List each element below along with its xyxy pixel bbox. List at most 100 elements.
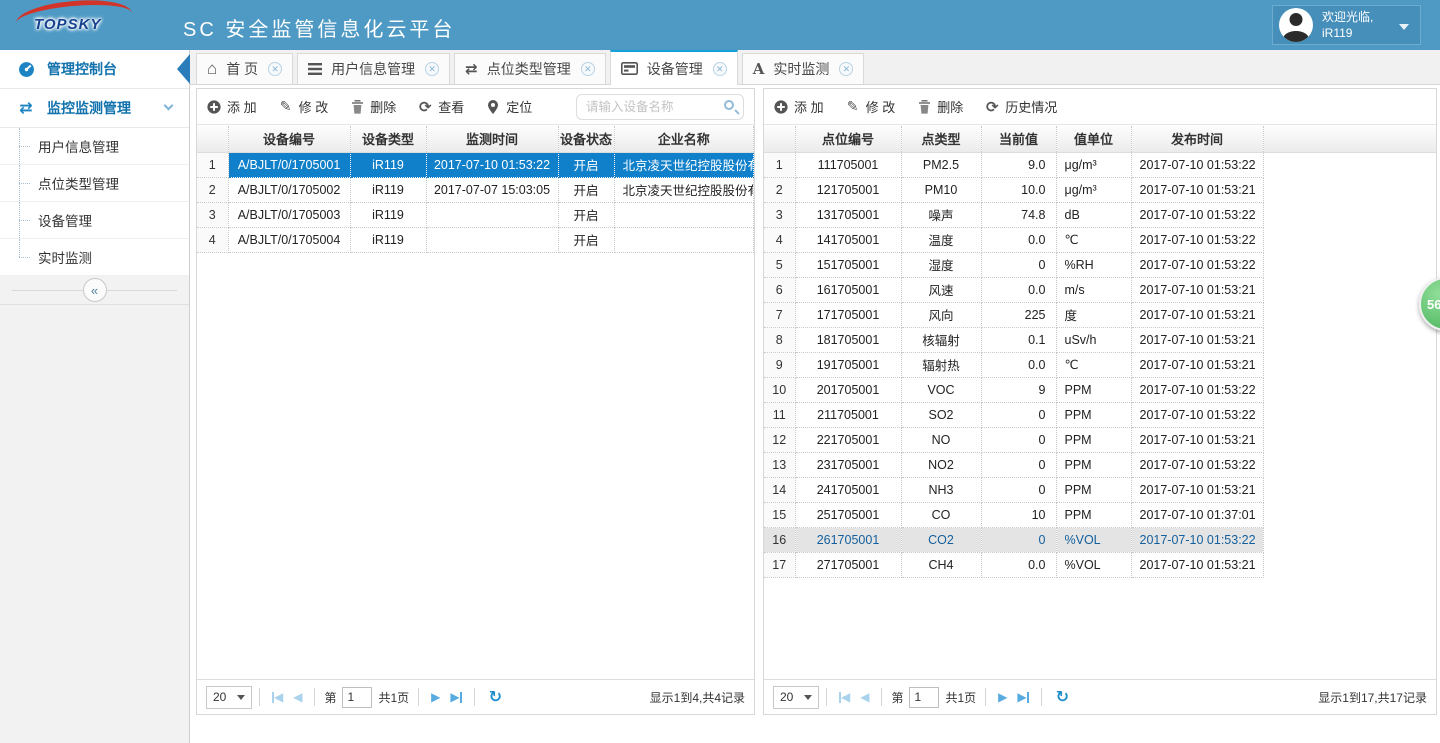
edit-button[interactable]: ✎修 改	[845, 97, 896, 116]
page-number-input[interactable]	[342, 687, 372, 708]
collapse-sidebar-button[interactable]: «	[83, 278, 107, 302]
prev-page-button[interactable]: ◀	[860, 690, 869, 704]
point-row[interactable]: 5151705001湿度0%RH2017-07-10 01:53:22	[764, 252, 1436, 277]
view-icon: ⟳	[417, 98, 433, 116]
cell-filler	[1263, 227, 1436, 252]
sidebar-item-point-type[interactable]: 点位类型管理	[0, 165, 189, 202]
point-row[interactable]: 4141705001温度0.0℃2017-07-10 01:53:22	[764, 227, 1436, 252]
sidebar-item-label: 用户信息管理	[38, 136, 119, 156]
column-header[interactable]: 设备状态	[558, 126, 614, 152]
user-menu[interactable]: 欢迎光临, iR119	[1272, 5, 1421, 45]
history-button[interactable]: ⟳历史情况	[984, 97, 1057, 116]
view-button[interactable]: ⟳查看	[417, 97, 464, 116]
tab-label: 实时监测	[773, 59, 829, 79]
cell-point-type: SO2	[901, 402, 981, 427]
cell-point-type: 温度	[901, 227, 981, 252]
page-number-input[interactable]	[909, 687, 939, 708]
column-header[interactable]: 值单位	[1056, 126, 1131, 152]
point-row[interactable]: 13231705001NO20PPM2017-07-10 01:53:22	[764, 452, 1436, 477]
point-row[interactable]: 9191705001辐射热0.0℃2017-07-10 01:53:21	[764, 352, 1436, 377]
locate-button[interactable]: 定位	[485, 97, 532, 116]
close-icon[interactable]: ✕	[268, 62, 282, 76]
close-icon[interactable]: ✕	[839, 62, 853, 76]
last-page-button[interactable]: ▶	[1017, 690, 1028, 704]
sidebar-item-label: 实时监测	[38, 247, 92, 267]
page-size-select[interactable]: 20	[206, 686, 252, 709]
device-row[interactable]: 4A/BJLT/0/1705004iR119开启	[197, 227, 754, 252]
tab-point-type[interactable]: ⇄点位类型管理✕	[454, 53, 606, 84]
close-icon[interactable]: ✕	[713, 62, 727, 76]
tab-device-mgmt[interactable]: 设备管理 ✕	[610, 50, 738, 85]
search-icon[interactable]	[724, 100, 734, 110]
column-header[interactable]: 发布时间	[1131, 126, 1263, 152]
delete-button[interactable]: 删除	[916, 97, 963, 116]
column-header[interactable]: 企业名称	[614, 126, 754, 152]
sidebar-item-realtime-monitor[interactable]: 实时监测	[0, 239, 189, 276]
column-header[interactable]: 设备类型	[350, 126, 426, 152]
point-row[interactable]: 12221705001NO0PPM2017-07-10 01:53:21	[764, 427, 1436, 452]
sidebar-item-dashboard[interactable]: 管理控制台	[0, 50, 189, 89]
column-header[interactable]: 设备编号	[228, 126, 350, 152]
cell-publish-time: 2017-07-10 01:53:22	[1131, 152, 1263, 177]
page-title: SC 安全监管信息化云平台	[183, 13, 455, 42]
add-button[interactable]: 添 加	[206, 97, 257, 116]
edit-button[interactable]: ✎修 改	[278, 97, 329, 116]
cell-point-type: VOC	[901, 377, 981, 402]
prev-page-button[interactable]: ◀	[293, 690, 302, 704]
point-row[interactable]: 14241705001NH30PPM2017-07-10 01:53:21	[764, 477, 1436, 502]
device-row[interactable]: 1A/BJLT/0/1705001iR1192017-07-10 01:53:2…	[197, 152, 754, 177]
column-header[interactable]: 监测时间	[426, 126, 558, 152]
first-page-button[interactable]: ◀	[839, 690, 850, 704]
device-row[interactable]: 2A/BJLT/0/1705002iR1192017-07-07 15:03:0…	[197, 177, 754, 202]
next-page-button[interactable]: ▶	[998, 690, 1007, 704]
sidebar: 管理控制台 ⇄ 监控监测管理 用户信息管理点位类型管理设备管理实时监测 «	[0, 50, 190, 743]
button-label: 修 改	[866, 97, 896, 116]
column-header[interactable]: 点位编号	[795, 126, 901, 152]
point-row[interactable]: 17271705001CH40.0%VOL2017-07-10 01:53:21	[764, 552, 1436, 577]
point-row[interactable]: 8181705001核辐射0.1uSv/h2017-07-10 01:53:21	[764, 327, 1436, 352]
point-row[interactable]: 16261705001CO20%VOL2017-07-10 01:53:22	[764, 527, 1436, 552]
close-icon[interactable]: ✕	[425, 62, 439, 76]
point-row[interactable]: 6161705001风速0.0m/s2017-07-10 01:53:21	[764, 277, 1436, 302]
point-row[interactable]: 1111705001PM2.59.0μg/m³2017-07-10 01:53:…	[764, 152, 1436, 177]
chevron-down-icon	[237, 695, 245, 700]
tab-user-info[interactable]: 用户信息管理✕	[297, 53, 450, 84]
cell-point-code: 191705001	[795, 352, 901, 377]
sidebar-item-user-info[interactable]: 用户信息管理	[0, 128, 189, 165]
cell-monitor-time: 2017-07-10 01:53:22	[426, 152, 558, 177]
next-page-button[interactable]: ▶	[431, 690, 440, 704]
device-row[interactable]: 3A/BJLT/0/1705003iR119开启	[197, 202, 754, 227]
cell-device-code: A/BJLT/0/1705003	[228, 202, 350, 227]
point-row[interactable]: 7171705001风向225度2017-07-10 01:53:21	[764, 302, 1436, 327]
page-label-after: 共1页	[945, 689, 976, 706]
point-row[interactable]: 3131705001噪声74.8dB2017-07-10 01:53:22	[764, 202, 1436, 227]
point-row[interactable]: 10201705001VOC9PPM2017-07-10 01:53:22	[764, 377, 1436, 402]
cell-point-code: 151705001	[795, 252, 901, 277]
row-number: 5	[764, 252, 795, 277]
tab-home[interactable]: ⌂首 页✕	[196, 53, 293, 84]
close-icon[interactable]: ✕	[581, 62, 595, 76]
page-size-select[interactable]: 20	[773, 686, 819, 709]
tab-realtime-monitor[interactable]: A实时监测✕	[742, 53, 865, 84]
cell-value-unit: %VOL	[1056, 527, 1131, 552]
refresh-icon[interactable]: ↻	[489, 687, 502, 707]
column-header[interactable]: 当前值	[981, 126, 1056, 152]
refresh-icon[interactable]: ↻	[1056, 687, 1069, 707]
search-input[interactable]	[586, 96, 714, 118]
column-header[interactable]: 点类型	[901, 126, 981, 152]
last-page-button[interactable]: ▶	[450, 690, 461, 704]
point-row[interactable]: 11211705001SO20PPM2017-07-10 01:53:22	[764, 402, 1436, 427]
tab-label: 设备管理	[647, 59, 703, 79]
cell-current-value: 0.0	[981, 277, 1056, 302]
point-row[interactable]: 2121705001PM1010.0μg/m³2017-07-10 01:53:…	[764, 177, 1436, 202]
first-page-button[interactable]: ◀	[272, 690, 283, 704]
page-size-value: 20	[780, 690, 793, 704]
sidebar-item-monitor-mgmt[interactable]: ⇄ 监控监测管理	[0, 89, 189, 128]
cell-point-type: 风速	[901, 277, 981, 302]
add-button[interactable]: 添 加	[773, 97, 824, 116]
sidebar-item-device-mgmt[interactable]: 设备管理	[0, 202, 189, 239]
cell-current-value: 0	[981, 527, 1056, 552]
point-row[interactable]: 15251705001CO10PPM2017-07-10 01:37:01	[764, 502, 1436, 527]
sidebar-submenu: 用户信息管理点位类型管理设备管理实时监测	[0, 128, 189, 276]
delete-button[interactable]: 删除	[349, 97, 396, 116]
